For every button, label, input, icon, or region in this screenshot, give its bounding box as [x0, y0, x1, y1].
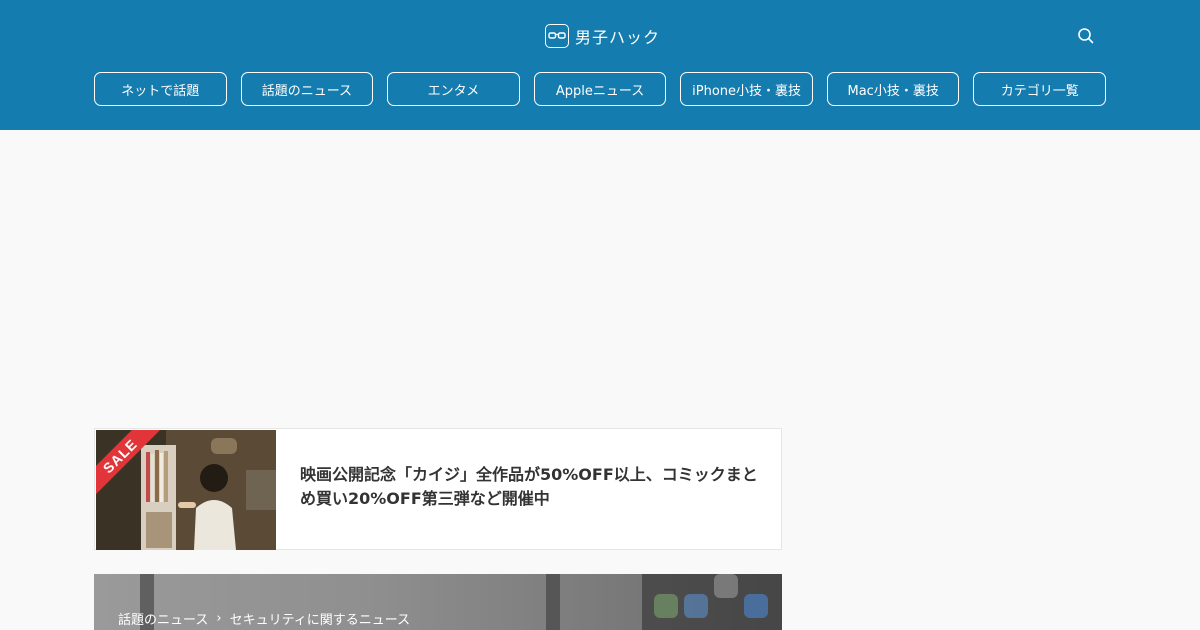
site-logo[interactable]: 男子ハック [545, 24, 660, 48]
nav-item-iphone-tips[interactable]: iPhone小技・裏技 [680, 72, 813, 106]
app-icon [744, 594, 768, 618]
search-icon[interactable] [1076, 26, 1096, 46]
breadcrumb: 話題のニュース › セキュリティに関するニュース [118, 609, 410, 628]
nav-item-mac-tips[interactable]: Mac小技・裏技 [826, 72, 960, 106]
phone-edge-right [546, 574, 560, 630]
app-icon [714, 574, 738, 598]
glasses-icon [545, 24, 569, 48]
site-title: 男子ハック [575, 28, 661, 47]
nav-item-entertainment[interactable]: エンタメ [387, 72, 520, 106]
featured-article[interactable]: 話題のニュース › セキュリティに関するニュース [94, 574, 782, 630]
site-header: 男子ハック ネットで話題 話題のニュース エンタメ Appleニュース iPho… [0, 0, 1200, 130]
breadcrumb-item-topical-news[interactable]: 話題のニュース [118, 609, 208, 628]
article-thumbnail[interactable]: SALE [96, 430, 276, 550]
nav-item-net-topics[interactable]: ネットで話題 [94, 72, 227, 106]
article-card[interactable]: SALE 映画公開記念「カイジ」全作品が50%OFF以上、コミックまとめ買い20… [94, 428, 782, 550]
nav-item-categories[interactable]: カテゴリ一覧 [973, 72, 1107, 106]
app-icon [684, 594, 708, 618]
nav-item-apple-news[interactable]: Appleニュース [533, 72, 667, 106]
nav-item-topical-news[interactable]: 話題のニュース [240, 72, 374, 106]
article-title[interactable]: 映画公開記念「カイジ」全作品が50%OFF以上、コミックまとめ買い20%OFF第… [300, 463, 760, 511]
category-nav: ネットで話題 話題のニュース エンタメ Appleニュース iPhone小技・裏… [94, 72, 1107, 106]
chevron-right-icon: › [216, 611, 222, 626]
app-icon [654, 594, 678, 618]
breadcrumb-item-security-news[interactable]: セキュリティに関するニュース [230, 609, 411, 628]
